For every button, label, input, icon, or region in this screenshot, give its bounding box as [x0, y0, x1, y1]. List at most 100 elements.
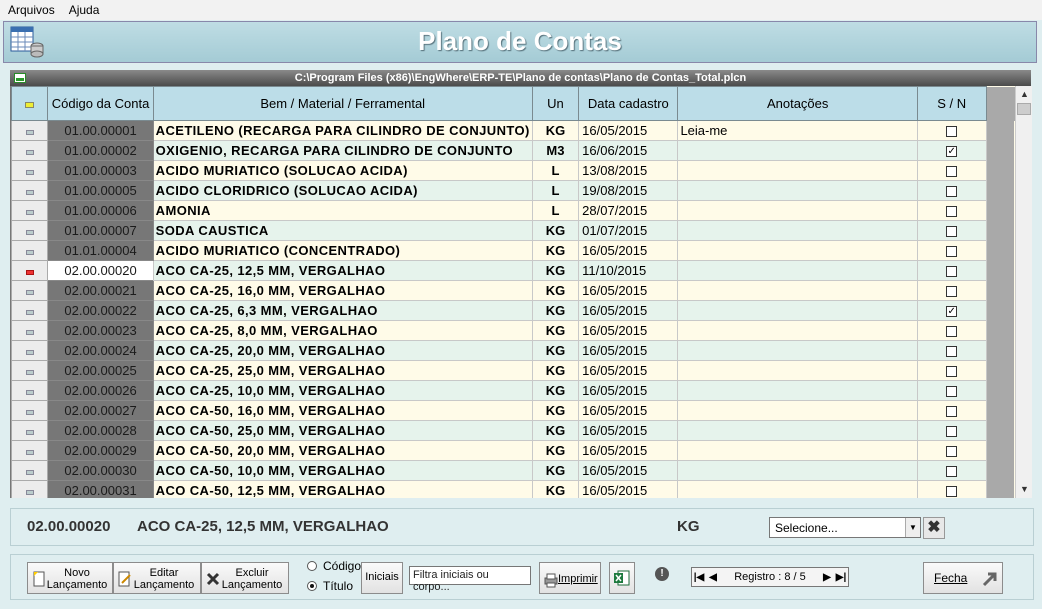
cell-sn[interactable] [916, 180, 987, 201]
row-selector[interactable] [11, 340, 49, 361]
cell-codigo[interactable]: 02.00.00026 [47, 380, 154, 401]
cell-data[interactable]: 16/05/2015 [578, 300, 679, 321]
cell-codigo[interactable]: 02.00.00028 [47, 420, 154, 441]
cell-bem[interactable]: AMONIA [152, 200, 533, 221]
cell-anotacoes[interactable] [677, 260, 918, 281]
cell-anotacoes[interactable] [677, 140, 918, 161]
vertical-scrollbar[interactable]: ▲ ▼ [1015, 86, 1032, 498]
cell-sn[interactable] [916, 480, 987, 498]
sn-checkbox[interactable]: ✓ [946, 306, 958, 318]
table-row[interactable]: 02.00.00031 ACO CA-50, 12,5 MM, VERGALHAO… [11, 480, 1015, 498]
table-row[interactable]: 01.01.00004 ACIDO MURIATICO (CONCENTRADO)… [11, 240, 1015, 261]
row-selector[interactable] [11, 460, 49, 481]
cell-codigo[interactable]: 01.01.00004 [47, 240, 154, 261]
cell-codigo[interactable]: 01.00.00006 [47, 200, 154, 221]
cell-codigo[interactable]: 01.00.00002 [47, 140, 154, 161]
cell-codigo[interactable]: 02.00.00027 [47, 400, 154, 421]
cell-bem[interactable]: ACIDO CLORIDRICO (SOLUCAO ACIDA) [152, 180, 533, 201]
imprimir-button[interactable]: Imprimir [539, 562, 601, 594]
cell-bem[interactable]: ACO CA-50, 10,0 MM, VERGALHAO [152, 460, 533, 481]
row-selector[interactable] [11, 180, 49, 201]
menu-arquivos[interactable]: Arquivos [8, 3, 55, 17]
excel-export-button[interactable] [609, 562, 635, 594]
table-row[interactable]: 02.00.00021 ACO CA-25, 16,0 MM, VERGALHAO… [11, 280, 1015, 301]
cell-data[interactable]: 11/10/2015 [578, 260, 679, 281]
sn-checkbox[interactable] [946, 326, 958, 338]
table-row[interactable]: 02.00.00022 ACO CA-25, 6,3 MM, VERGALHAO K… [11, 300, 1015, 321]
cell-un[interactable]: KG [531, 300, 580, 321]
cell-sn[interactable] [916, 240, 987, 261]
row-selector[interactable] [11, 120, 49, 141]
cell-data[interactable]: 16/05/2015 [578, 380, 679, 401]
radio-titulo-circle[interactable] [307, 581, 317, 591]
row-selector[interactable] [11, 280, 49, 301]
cell-bem[interactable]: ACIDO MURIATICO (SOLUCAO ACIDA) [152, 160, 533, 181]
cell-data[interactable]: 28/07/2015 [578, 200, 679, 221]
header-un[interactable]: Un [531, 86, 580, 121]
cell-un[interactable]: KG [531, 380, 580, 401]
cell-bem[interactable]: ACO CA-25, 16,0 MM, VERGALHAO [152, 280, 533, 301]
header-anotacoes[interactable]: Anotações [677, 86, 918, 121]
sn-checkbox[interactable]: ✓ [946, 146, 958, 158]
cell-codigo[interactable]: 02.00.00021 [47, 280, 154, 301]
cell-un[interactable]: KG [531, 360, 580, 381]
table-row[interactable]: 01.00.00006 AMONIA L 28/07/2015 [11, 200, 1015, 221]
cell-un[interactable]: KG [531, 480, 580, 498]
cell-bem[interactable]: ACO CA-25, 6,3 MM, VERGALHAO [152, 300, 533, 321]
cell-un[interactable]: KG [531, 260, 580, 281]
sn-checkbox[interactable] [946, 486, 958, 498]
table-row[interactable]: 02.00.00025 ACO CA-25, 25,0 MM, VERGALHAO… [11, 360, 1015, 381]
cell-un[interactable]: L [531, 160, 580, 181]
cell-data[interactable]: 16/05/2015 [578, 360, 679, 381]
cell-bem[interactable]: ACO CA-50, 16,0 MM, VERGALHAO [152, 400, 533, 421]
cell-un[interactable]: M3 [531, 140, 580, 161]
cell-un[interactable]: KG [531, 460, 580, 481]
clear-button[interactable]: ✖ [923, 517, 945, 539]
row-selector[interactable] [11, 140, 49, 161]
table-row[interactable]: 02.00.00028 ACO CA-50, 25,0 MM, VERGALHAO… [11, 420, 1015, 441]
cell-codigo[interactable]: 02.00.00025 [47, 360, 154, 381]
select-all-header[interactable] [11, 86, 49, 121]
sn-checkbox[interactable] [946, 346, 958, 358]
sn-checkbox[interactable] [946, 426, 958, 438]
cell-data[interactable]: 16/05/2015 [578, 340, 679, 361]
cell-bem[interactable]: ACO CA-50, 20,0 MM, VERGALHAO [152, 440, 533, 461]
cell-sn[interactable] [916, 220, 987, 241]
cell-sn[interactable] [916, 380, 987, 401]
cell-codigo[interactable]: 01.00.00005 [47, 180, 154, 201]
cell-data[interactable]: 16/05/2015 [578, 280, 679, 301]
row-selector[interactable] [11, 260, 49, 281]
prev-record-icon[interactable]: ◀ [706, 572, 720, 583]
cell-anotacoes[interactable] [677, 460, 918, 481]
first-record-icon[interactable]: |◀ [692, 572, 706, 583]
row-selector[interactable] [11, 300, 49, 321]
cell-sn[interactable] [916, 460, 987, 481]
cell-anotacoes[interactable] [677, 480, 918, 498]
cell-un[interactable]: KG [531, 220, 580, 241]
sn-checkbox[interactable] [946, 446, 958, 458]
cell-data[interactable]: 16/05/2015 [578, 120, 679, 141]
row-selector[interactable] [11, 240, 49, 261]
row-selector[interactable] [11, 440, 49, 461]
cell-bem[interactable]: ACO CA-25, 25,0 MM, VERGALHAO [152, 360, 533, 381]
cell-codigo[interactable]: 02.00.00030 [47, 460, 154, 481]
table-row[interactable]: 01.00.00005 ACIDO CLORIDRICO (SOLUCAO ACI… [11, 180, 1015, 201]
cell-un[interactable]: KG [531, 320, 580, 341]
cell-bem[interactable]: ACIDO MURIATICO (CONCENTRADO) [152, 240, 533, 261]
cell-sn[interactable] [916, 340, 987, 361]
cell-anotacoes[interactable] [677, 340, 918, 361]
table-row[interactable]: 01.00.00002 OXIGENIO, RECARGA PARA CILIND… [11, 140, 1015, 161]
header-sn[interactable]: S / N [916, 86, 987, 121]
iniciais-button[interactable]: Iniciais [361, 562, 403, 594]
minimize-icon[interactable] [14, 73, 26, 83]
cell-bem[interactable]: OXIGENIO, RECARGA PARA CILINDRO DE CONJU… [152, 140, 533, 161]
cell-bem[interactable]: ACO CA-50, 12,5 MM, VERGALHAO [152, 480, 533, 498]
cell-data[interactable]: 16/05/2015 [578, 440, 679, 461]
table-row[interactable]: 02.00.00020 ACO CA-25, 12,5 MM, VERGALHAO… [11, 260, 1015, 281]
table-row[interactable]: 01.00.00007 SODA CAUSTICA KG 01/07/2015 [11, 220, 1015, 241]
cell-bem[interactable]: ACO CA-50, 25,0 MM, VERGALHAO [152, 420, 533, 441]
sn-checkbox[interactable] [946, 286, 958, 298]
sn-checkbox[interactable] [946, 226, 958, 238]
filtro-input[interactable]: Filtra iniciais ou corpo... [409, 566, 531, 593]
cell-data[interactable]: 16/05/2015 [578, 420, 679, 441]
